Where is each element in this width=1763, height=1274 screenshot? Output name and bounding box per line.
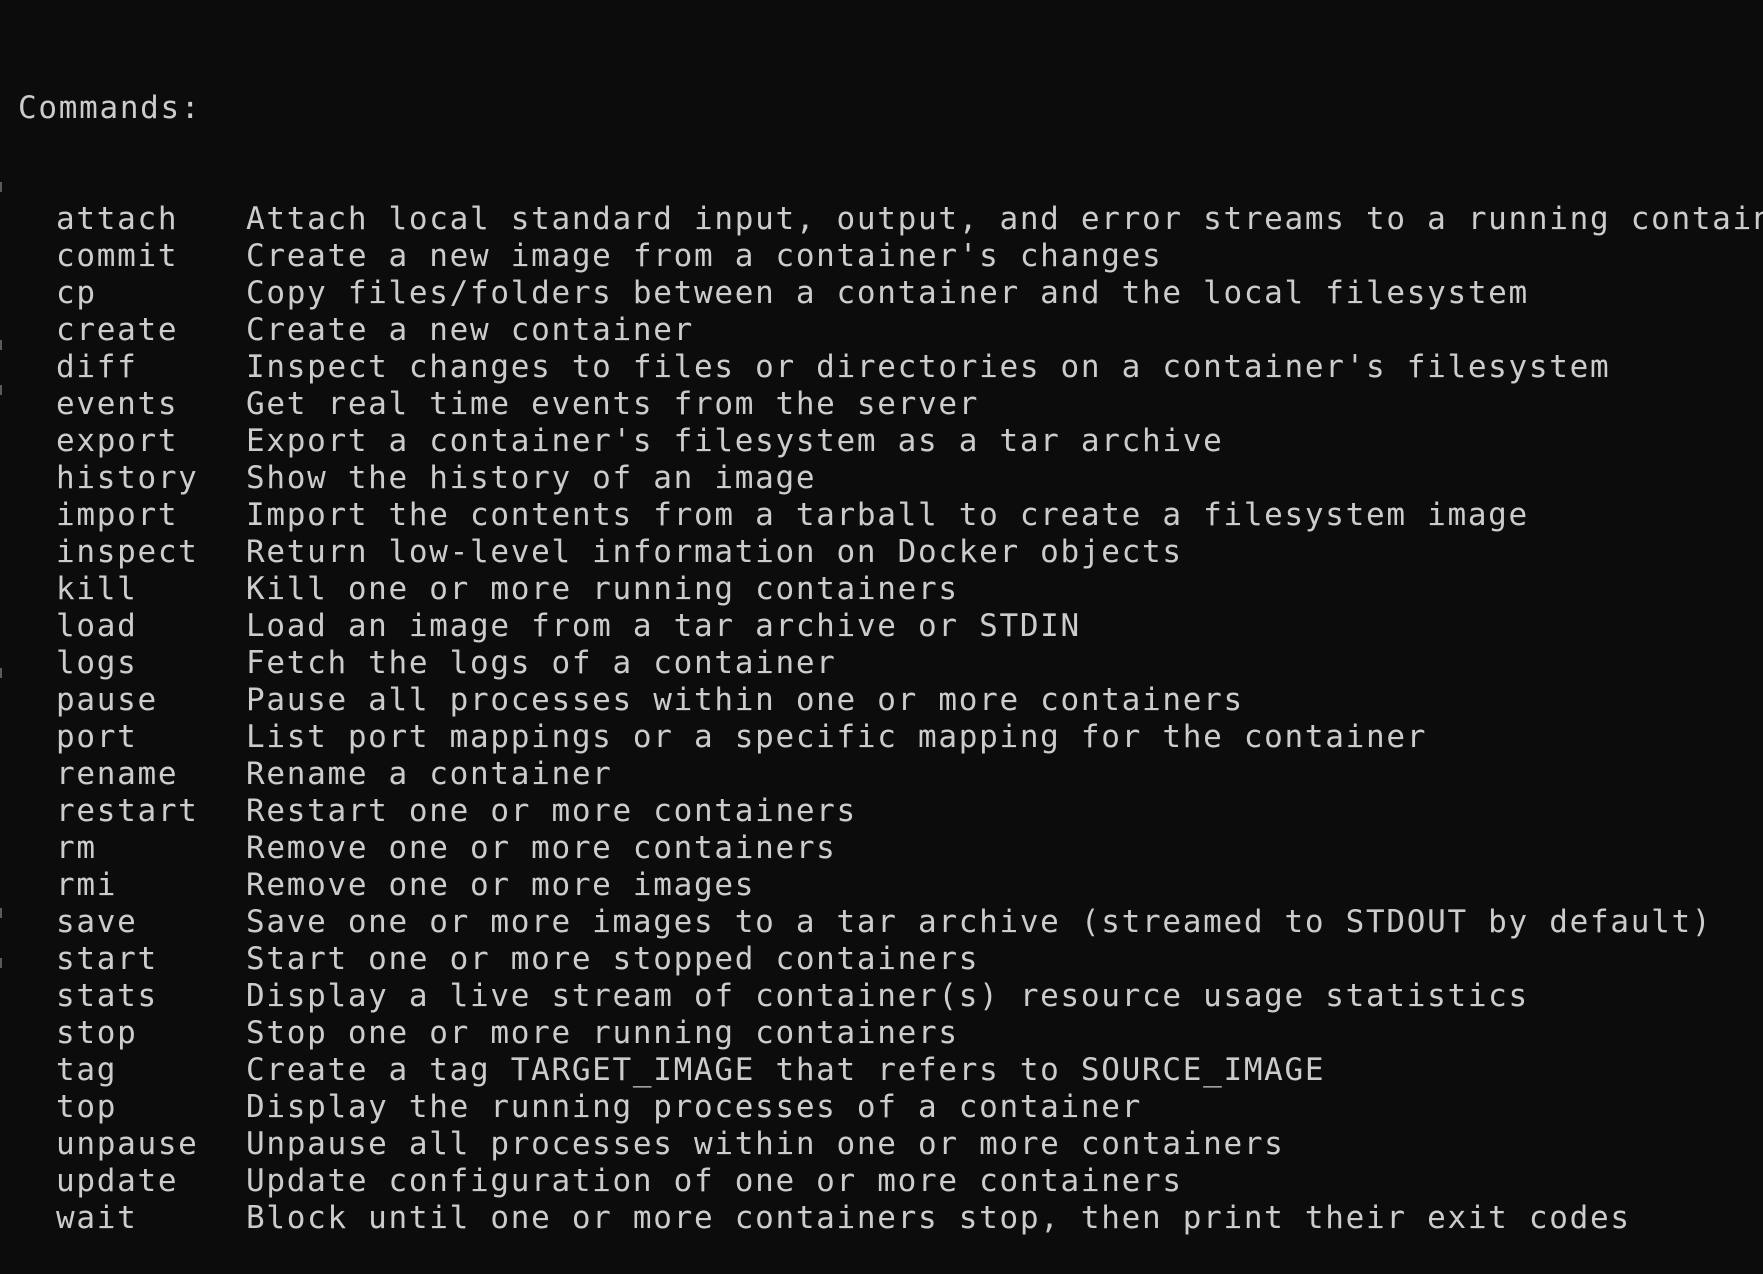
window-edge-mark bbox=[0, 668, 2, 678]
command-name: import bbox=[56, 497, 179, 533]
command-name: stats bbox=[56, 978, 158, 1014]
window-edge-mark bbox=[0, 340, 2, 350]
command-description: Save one or more images to a tar archive… bbox=[246, 904, 1713, 940]
command-description: Attach local standard input, output, and… bbox=[246, 201, 1763, 237]
command-row: restart Restart one or more containers bbox=[18, 793, 1763, 830]
command-name: pause bbox=[56, 682, 158, 718]
command-description: Kill one or more running containers bbox=[246, 571, 959, 607]
command-description: Inspect changes to files or directories … bbox=[246, 349, 1611, 385]
command-description: Rename a container bbox=[246, 756, 613, 792]
command-name: rmi bbox=[56, 867, 118, 903]
command-row: diff Inspect changes to files or director… bbox=[18, 349, 1763, 386]
command-row: stats Display a live stream of container(… bbox=[18, 978, 1763, 1015]
command-name: kill bbox=[56, 571, 138, 607]
command-row: stop Stop one or more running containers bbox=[18, 1015, 1763, 1052]
command-description: Display the running processes of a conta… bbox=[246, 1089, 1142, 1125]
command-row: rename Rename a container bbox=[18, 756, 1763, 793]
commands-heading: Commands: bbox=[18, 90, 202, 126]
command-name: create bbox=[56, 312, 179, 348]
window-edge-mark bbox=[0, 908, 2, 918]
command-row: port List port mappings or a specific map… bbox=[18, 719, 1763, 756]
command-name: rm bbox=[56, 830, 97, 866]
command-description: Display a live stream of container(s) re… bbox=[246, 978, 1529, 1014]
command-name: wait bbox=[56, 1200, 138, 1236]
command-row: inspect Return low-level information on D… bbox=[18, 534, 1763, 571]
command-name: events bbox=[56, 386, 179, 422]
command-row: kill Kill one or more running containers bbox=[18, 571, 1763, 608]
command-description: Import the contents from a tarball to cr… bbox=[246, 497, 1529, 533]
command-row: import Import the contents from a tarball… bbox=[18, 497, 1763, 534]
command-row: history Show the history of an image bbox=[18, 460, 1763, 497]
command-description: Remove one or more images bbox=[246, 867, 756, 903]
command-description: Pause all processes within one or more c… bbox=[246, 682, 1244, 718]
command-name: rename bbox=[56, 756, 179, 792]
command-row: pause Pause all processes within one or m… bbox=[18, 682, 1763, 719]
command-description: Create a new image from a container's ch… bbox=[246, 238, 1163, 274]
window-edge-mark bbox=[0, 385, 2, 395]
window-edge-mark bbox=[0, 182, 2, 192]
command-name: diff bbox=[56, 349, 138, 385]
command-row: events Get real time events from the serv… bbox=[18, 386, 1763, 423]
command-row: save Save one or more images to a tar arc… bbox=[18, 904, 1763, 941]
command-description: Create a tag TARGET_IMAGE that refers to… bbox=[246, 1052, 1326, 1088]
command-row: rm Remove one or more containers bbox=[18, 830, 1763, 867]
command-name: start bbox=[56, 941, 158, 977]
terminal-output[interactable]: Commands: attach Attach local standard in… bbox=[0, 0, 1763, 1236]
command-row: export Export a container's filesystem as… bbox=[18, 423, 1763, 460]
command-name: update bbox=[56, 1163, 179, 1199]
command-name: unpause bbox=[56, 1126, 199, 1162]
command-row: cp Copy files/folders between a container… bbox=[18, 275, 1763, 312]
command-row: wait Block until one or more containers s… bbox=[18, 1200, 1763, 1237]
command-name: cp bbox=[56, 275, 97, 311]
command-description: Restart one or more containers bbox=[246, 793, 857, 829]
command-description: Fetch the logs of a container bbox=[246, 645, 837, 681]
command-name: history bbox=[56, 460, 199, 496]
command-row: update Update configuration of one or mor… bbox=[18, 1163, 1763, 1200]
command-description: List port mappings or a specific mapping… bbox=[246, 719, 1428, 755]
command-description: Update configuration of one or more cont… bbox=[246, 1163, 1183, 1199]
command-description: Unpause all processes within one or more… bbox=[246, 1126, 1285, 1162]
command-name: export bbox=[56, 423, 179, 459]
command-name: inspect bbox=[56, 534, 199, 570]
command-description: Export a container's filesystem as a tar… bbox=[246, 423, 1224, 459]
command-row: top Display the running processes of a co… bbox=[18, 1089, 1763, 1126]
command-name: save bbox=[56, 904, 138, 940]
command-description: Block until one or more containers stop,… bbox=[246, 1200, 1631, 1236]
command-description: Show the history of an image bbox=[246, 460, 817, 496]
command-name: load bbox=[56, 608, 138, 644]
command-description: Return low-level information on Docker o… bbox=[246, 534, 1183, 570]
command-name: port bbox=[56, 719, 138, 755]
command-name: commit bbox=[56, 238, 179, 274]
command-row: tag Create a tag TARGET_IMAGE that refers… bbox=[18, 1052, 1763, 1089]
command-row: create Create a new container bbox=[18, 312, 1763, 349]
command-row: unpause Unpause all processes within one … bbox=[18, 1126, 1763, 1163]
command-row: commit Create a new image from a containe… bbox=[18, 238, 1763, 275]
command-name: stop bbox=[56, 1015, 138, 1051]
command-description: Load an image from a tar archive or STDI… bbox=[246, 608, 1081, 644]
command-name: logs bbox=[56, 645, 138, 681]
command-row: rmi Remove one or more images bbox=[18, 867, 1763, 904]
command-row: logs Fetch the logs of a container bbox=[18, 645, 1763, 682]
command-description: Create a new container bbox=[246, 312, 694, 348]
command-description: Copy files/folders between a container a… bbox=[246, 275, 1529, 311]
command-name: top bbox=[56, 1089, 118, 1125]
window-edge-mark bbox=[0, 958, 2, 968]
command-row: start Start one or more stopped container… bbox=[18, 941, 1763, 978]
command-list: attach Attach local standard input, outpu… bbox=[18, 201, 1763, 1237]
command-name: tag bbox=[56, 1052, 118, 1088]
command-description: Remove one or more containers bbox=[246, 830, 837, 866]
command-row: attach Attach local standard input, outpu… bbox=[18, 201, 1763, 238]
command-name: attach bbox=[56, 201, 179, 237]
command-row: load Load an image from a tar archive or … bbox=[18, 608, 1763, 645]
command-name: restart bbox=[56, 793, 199, 829]
command-description: Stop one or more running containers bbox=[246, 1015, 959, 1051]
command-description: Get real time events from the server bbox=[246, 386, 980, 422]
command-description: Start one or more stopped containers bbox=[246, 941, 980, 977]
